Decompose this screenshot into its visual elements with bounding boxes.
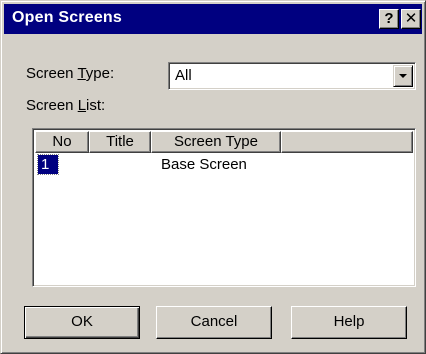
screen-list-label: Screen List: (26, 97, 105, 114)
column-header-title[interactable]: Title (89, 131, 151, 153)
close-icon[interactable]: ✕ (401, 9, 421, 29)
screen-type-selected: All (175, 67, 192, 84)
screen-list-label-prefix: Screen (26, 97, 78, 114)
screen-list[interactable]: No Title Screen Type 1 Base Screen (32, 128, 416, 287)
column-header-empty[interactable] (281, 131, 413, 153)
row-no-cell[interactable]: 1 (37, 154, 59, 175)
list-header: No Title Screen Type (35, 131, 413, 153)
title-bar[interactable]: Open Screens ? ✕ (4, 4, 422, 34)
dialog-title: Open Screens (12, 9, 123, 26)
open-screens-dialog: Open Screens ? ✕ Screen Type: All Screen… (0, 0, 426, 354)
screen-type-label-accel: T (77, 65, 86, 82)
column-header-no[interactable]: No (35, 131, 89, 153)
screen-type-label-suffix: ype: (85, 65, 115, 82)
screen-list-label-accel: L (77, 97, 87, 114)
screen-type-dropdown[interactable]: All (168, 62, 416, 90)
screen-type-label: Screen Type: (26, 65, 114, 82)
screen-type-label-prefix: Screen (26, 65, 78, 82)
help-button[interactable]: Help (291, 306, 407, 339)
dropdown-button[interactable] (393, 65, 413, 87)
chevron-down-icon (399, 74, 407, 78)
table-row[interactable]: 1 Base Screen (35, 154, 413, 175)
screen-list-label-suffix: ist: (86, 97, 106, 114)
row-screen-type-cell: Base Screen (161, 156, 247, 173)
help-question-icon[interactable]: ? (379, 9, 399, 29)
ok-button[interactable]: OK (24, 306, 140, 339)
cancel-button[interactable]: Cancel (156, 306, 272, 339)
column-header-screen-type[interactable]: Screen Type (151, 131, 281, 153)
